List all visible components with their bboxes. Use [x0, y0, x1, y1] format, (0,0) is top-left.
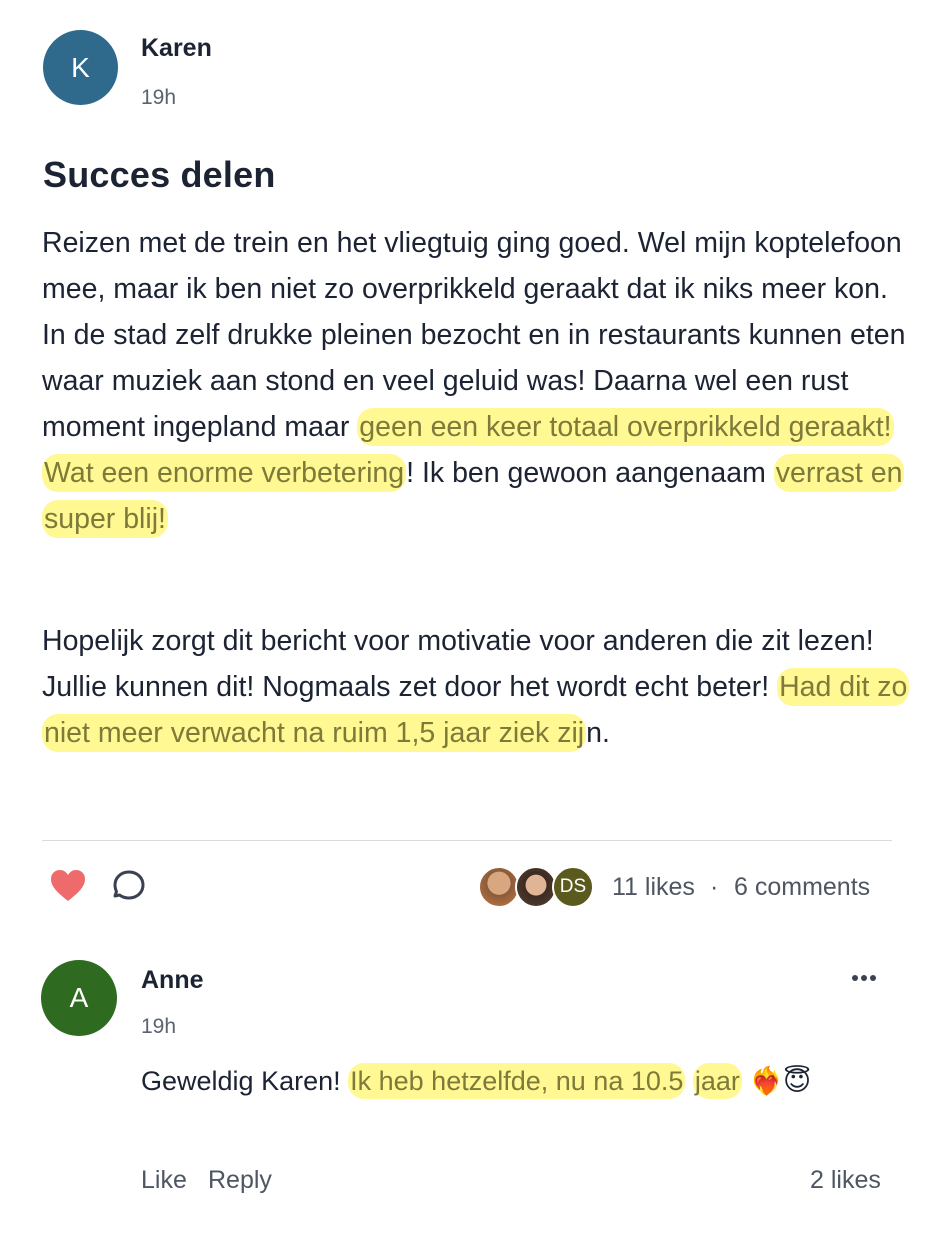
emoji: ❤️‍🔥😇 [741, 1066, 812, 1096]
likes-count[interactable]: 11 likes [612, 873, 695, 902]
liker-avatar-3[interactable]: DS [552, 866, 594, 908]
post-time: 19h [141, 86, 177, 109]
liker-avatar-1[interactable] [478, 866, 520, 908]
comment-bubble-icon[interactable] [112, 869, 148, 905]
author-name[interactable]: Karen [141, 34, 212, 63]
comment-time: 19h [141, 1015, 177, 1038]
heart-icon[interactable] [50, 869, 86, 903]
post-divider [42, 840, 892, 841]
comments-count[interactable]: 6 comments [734, 873, 870, 902]
paragraph-text: Hopelijk zorgt dit bericht voor motivati… [42, 625, 874, 703]
highlighted-text: Ik heb hetzelfde, nu na 10.5 [348, 1063, 686, 1099]
comment-reply-button[interactable]: Reply [208, 1166, 272, 1195]
author-avatar[interactable]: K [43, 30, 118, 105]
commenter-avatar[interactable]: A [41, 960, 117, 1036]
commenter-name[interactable]: Anne [141, 966, 204, 995]
highlighted-text: jaar [692, 1063, 742, 1099]
post-body-paragraph-1: Reizen met de trein en het vliegtuig gin… [42, 220, 912, 542]
more-horizontal-icon[interactable] [850, 968, 880, 988]
paragraph-text: ! Ik ben gewoon aangenaam [406, 457, 774, 489]
post-body-paragraph-2: Hopelijk zorgt dit bericht voor motivati… [42, 618, 912, 756]
commenter-avatar-initial: A [69, 982, 89, 1013]
comment-likes-count[interactable]: 2 likes [810, 1166, 881, 1195]
comment-like-button[interactable]: Like [141, 1166, 187, 1195]
post-title: Succes delen [43, 154, 276, 195]
comment-text [685, 1066, 693, 1096]
comment-body: Geweldig Karen! Ik heb hetzelfde, nu na … [141, 1058, 841, 1104]
author-avatar-initial: K [71, 51, 90, 83]
comment-text: Geweldig Karen! [141, 1066, 349, 1096]
liker-avatar-2[interactable] [515, 866, 557, 908]
paragraph-text: n. [586, 717, 610, 749]
stats-separator: · [710, 873, 719, 901]
liker-avatar-initials: DS [559, 876, 587, 897]
